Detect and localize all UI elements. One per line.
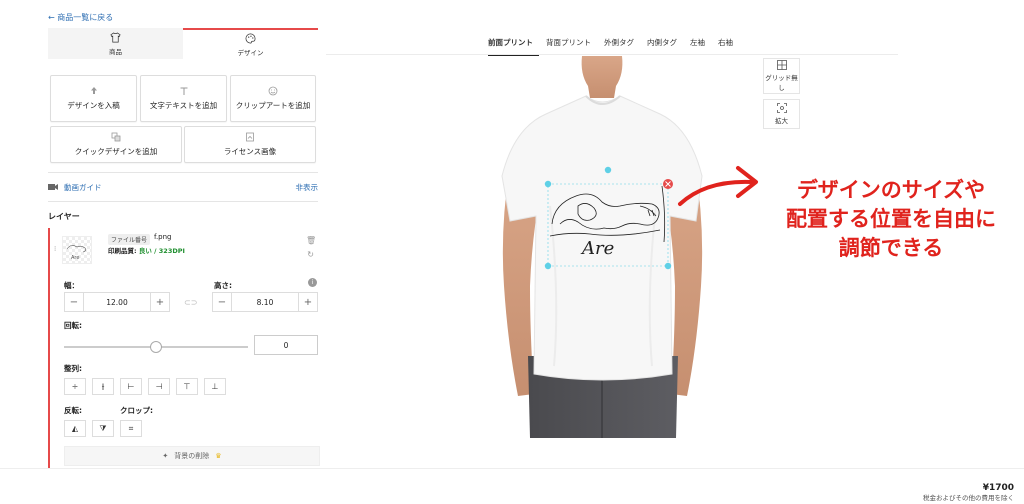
height-increment-button[interactable]: + <box>299 297 317 308</box>
rotation-input[interactable]: 0 <box>254 335 318 355</box>
print-quality-label: 印刷品質: <box>108 247 137 255</box>
tshirt-icon <box>110 31 121 42</box>
svg-text:Are: Are <box>71 255 79 261</box>
width-stepper: − 12.00 + <box>64 292 170 312</box>
align-left-icon[interactable]: ⊢ <box>120 378 142 395</box>
print-area-tabs: 前面プリント 背面プリント 外側タグ 内側タグ 左袖 右袖 <box>488 35 746 56</box>
tab-outer-tag[interactable]: 外側タグ <box>604 35 640 56</box>
annotation-callout: デザインのサイズや 配置する位置を自由に 調節できる <box>756 176 1024 263</box>
align-vertical-center-icon[interactable]: ÷ <box>64 378 86 395</box>
width-input[interactable]: 12.00 <box>83 293 151 311</box>
zoom-label: 拡大 <box>775 117 788 125</box>
width-increment-button[interactable]: + <box>151 297 169 308</box>
add-clipart-button[interactable]: クリップアートを追加 <box>230 75 316 122</box>
add-text-label: 文字テキストを追加 <box>149 101 218 110</box>
rotation-slider[interactable] <box>64 341 248 353</box>
license-image-button[interactable]: ライセンス画像 <box>184 126 316 163</box>
align-bottom-icon[interactable]: ⊥ <box>204 378 226 395</box>
video-guide-row: 動画ガイド 非表示 <box>48 180 318 194</box>
align-label: 整列: <box>64 364 82 373</box>
tab-products[interactable]: 商品 <box>48 28 183 59</box>
rotation-slider-thumb[interactable] <box>150 341 162 353</box>
refresh-icon[interactable]: ↻ <box>307 250 314 259</box>
link-aspect-icon[interactable]: ⊂⊃ <box>184 298 197 307</box>
canvas-divider <box>326 54 898 55</box>
file-number-tag: ファイル番号 <box>108 234 151 245</box>
tax-note: 税金およびその他の費用を除く <box>923 494 1014 502</box>
divider <box>48 172 318 173</box>
height-decrement-button[interactable]: − <box>213 297 231 308</box>
back-to-products-link[interactable]: ← 商品一覧に戻る <box>48 12 113 23</box>
height-label: 高さ: <box>214 281 232 290</box>
annotation-line-3: 調節できる <box>838 236 944 260</box>
grid-toggle-label: グリッド無し <box>765 74 798 92</box>
tab-back-print[interactable]: 背面プリント <box>546 35 597 56</box>
tab-design[interactable]: デザイン <box>183 28 318 59</box>
text-icon <box>180 87 187 95</box>
annotation-line-2: 配置する位置を自由に <box>786 207 996 231</box>
zoom-button[interactable]: 拡大 <box>763 99 800 129</box>
video-camera-icon <box>48 184 58 190</box>
hide-video-guide-link[interactable]: 非表示 <box>296 182 319 193</box>
zoom-icon <box>776 103 787 113</box>
info-icon[interactable]: i <box>308 278 317 287</box>
annotation-arrow-icon <box>678 166 758 206</box>
tab-design-label: デザイン <box>237 48 264 57</box>
divider <box>48 201 318 202</box>
align-top-icon[interactable]: ⊤ <box>176 378 198 395</box>
print-quality: 印刷品質: 良い / 323DPI <box>108 245 185 255</box>
remove-background-label: 背景の削除 <box>174 452 210 460</box>
remove-background-button[interactable]: ✦ 背景の削除 ♛ <box>64 446 320 466</box>
tab-left-sleeve[interactable]: 左袖 <box>690 35 711 56</box>
grid-icon <box>776 60 787 70</box>
layer-title: レイヤー <box>48 212 80 221</box>
rotation-label: 回転: <box>64 321 82 330</box>
app-root: ← 商品一覧に戻る 商品 デザイン デザインを入稿 文字テキストを追加 クリップ… <box>0 0 1024 504</box>
tab-right-sleeve[interactable]: 右袖 <box>718 35 739 56</box>
smiley-icon <box>268 86 278 96</box>
add-clipart-label: クリップアートを追加 <box>235 101 311 110</box>
layer-thumbnail[interactable]: Are <box>62 236 92 264</box>
tab-inner-tag[interactable]: 内側タグ <box>647 35 683 56</box>
trash-icon[interactable]: 🗑 <box>306 236 316 245</box>
tab-products-label: 商品 <box>109 47 122 56</box>
crop-label: クロップ: <box>120 406 153 415</box>
file-name: f.png <box>154 233 172 241</box>
crown-icon: ♛ <box>215 452 222 460</box>
height-input[interactable]: 8.10 <box>231 293 299 311</box>
footer-bar <box>0 468 1024 504</box>
print-quality-value: 良い / 323DPI <box>138 247 185 255</box>
height-stepper: − 8.10 + <box>212 292 318 312</box>
drag-handle-icon[interactable]: ⁞ <box>54 245 56 253</box>
product-preview-canvas[interactable]: Are <box>490 56 715 438</box>
license-image-icon <box>246 132 254 142</box>
add-text-button[interactable]: 文字テキストを追加 <box>140 75 227 122</box>
grid-toggle-button[interactable]: グリッド無し <box>763 58 800 94</box>
annotation-line-1: デザインのサイズや <box>796 178 986 202</box>
design-text: Are <box>580 238 614 259</box>
license-image-label: ライセンス画像 <box>223 147 277 156</box>
layer-panel: ⁞ Are ファイル番号 f.png 印刷品質: 良い / 323DPI 🗑 ↻… <box>48 228 320 470</box>
flip-horizontal-icon[interactable]: ◭ <box>64 420 86 437</box>
tab-front-print[interactable]: 前面プリント <box>488 35 539 56</box>
video-guide-link[interactable]: 動画ガイド <box>64 182 102 193</box>
upload-design-button[interactable]: デザインを入稿 <box>50 75 137 122</box>
align-horizontal-center-icon[interactable]: ⫲ <box>92 378 114 395</box>
magic-wand-icon: ✦ <box>162 452 169 460</box>
flip-label: 反転: <box>64 406 82 415</box>
upload-design-label: デザインを入稿 <box>67 101 120 110</box>
width-decrement-button[interactable]: − <box>65 297 83 308</box>
crop-icon[interactable]: ⌗ <box>120 420 142 437</box>
add-quick-design-label: クイックデザインを追加 <box>74 147 158 156</box>
add-quick-design-button[interactable]: クイックデザインを追加 <box>50 126 182 163</box>
palette-icon <box>245 33 256 43</box>
upload-icon <box>90 87 97 94</box>
flip-vertical-icon[interactable]: ⧩ <box>92 420 114 437</box>
editor-tabs: 商品 デザイン <box>48 28 318 59</box>
align-right-icon[interactable]: ⊣ <box>148 378 170 395</box>
width-label: 幅： <box>64 281 79 290</box>
quick-design-icon <box>111 132 121 142</box>
